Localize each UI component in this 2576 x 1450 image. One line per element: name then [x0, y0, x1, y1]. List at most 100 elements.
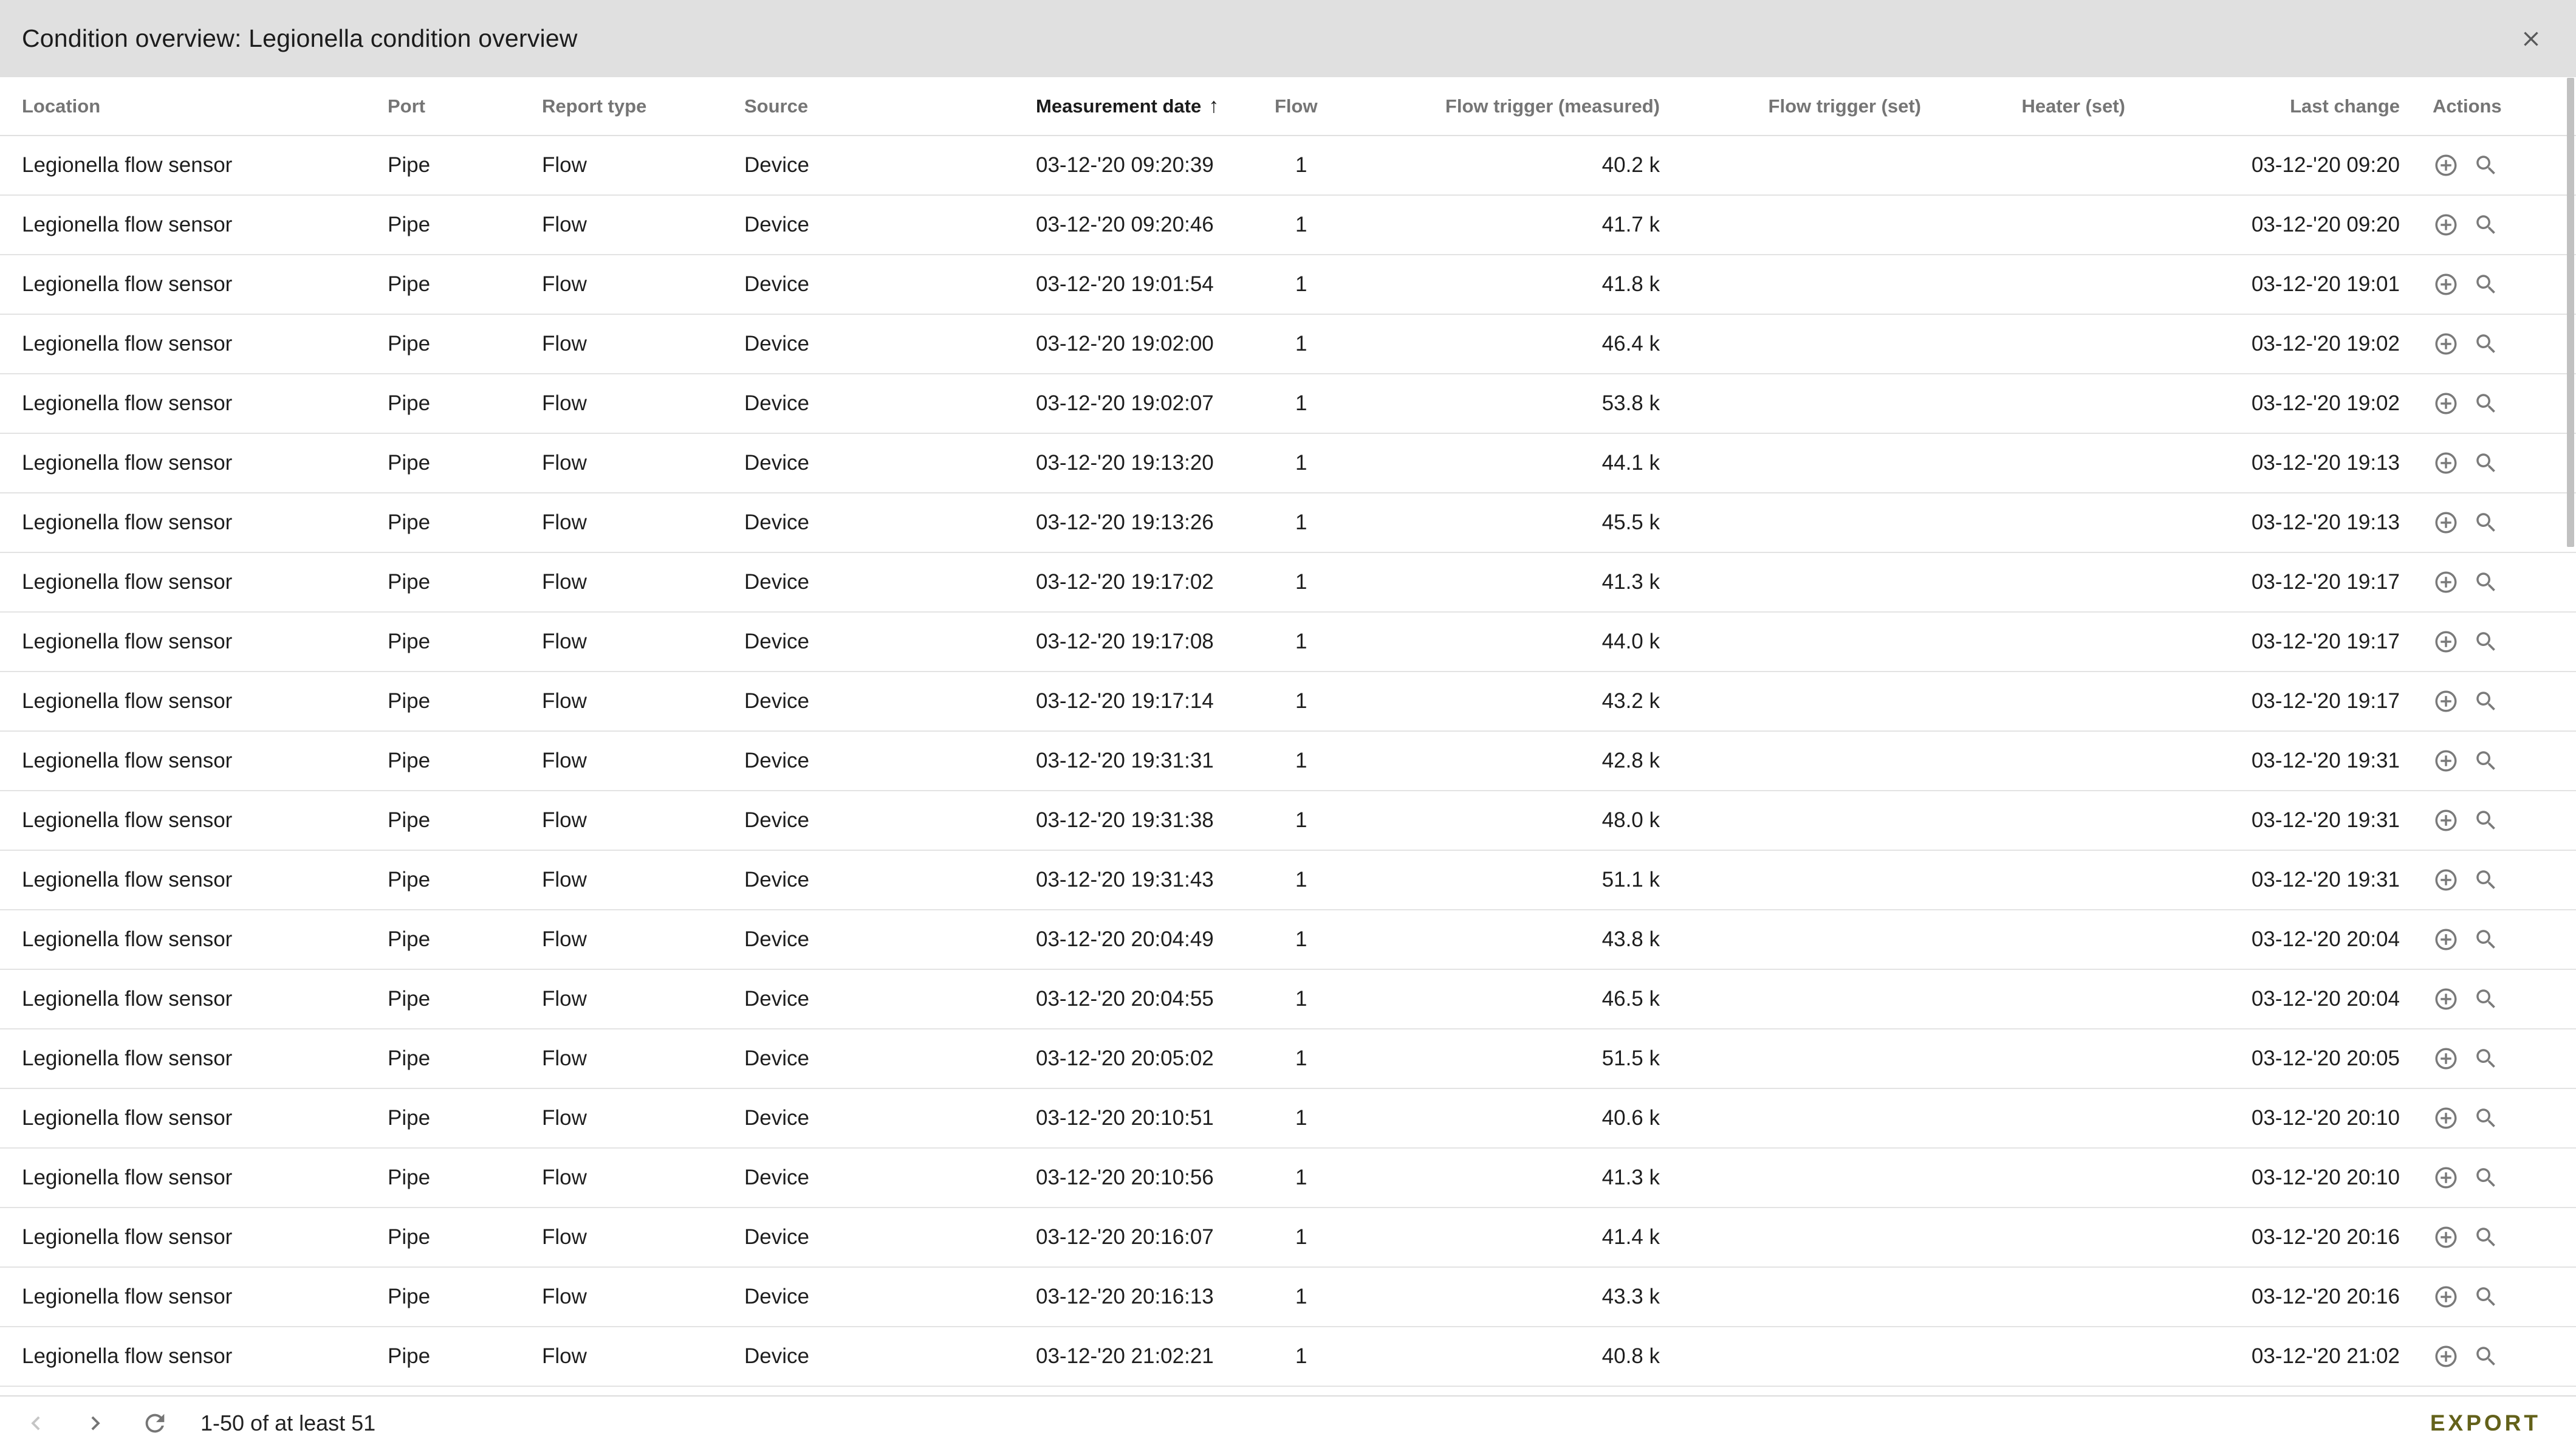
- inspect-button[interactable]: [2473, 1164, 2499, 1191]
- add-condition-button[interactable]: [2433, 807, 2459, 834]
- cell-measurement_date: 03-12-'20 21:02:21: [1036, 1344, 1214, 1368]
- inspect-button[interactable]: [2473, 569, 2499, 596]
- inspect-button[interactable]: [2473, 211, 2499, 238]
- cell-measurement_date: 03-12-'20 20:10:56: [1036, 1166, 1214, 1189]
- add-condition-button[interactable]: [2433, 1224, 2459, 1251]
- cell-last_change: 03-12-'20 09:20: [2251, 153, 2400, 177]
- inspect-button[interactable]: [2473, 1343, 2499, 1370]
- inspect-button[interactable]: [2473, 390, 2499, 417]
- add-condition-button[interactable]: [2433, 152, 2459, 179]
- column-header-location[interactable]: Location: [0, 95, 388, 117]
- cell-flow: 1: [1295, 1285, 1307, 1308]
- inspect-button[interactable]: [2473, 450, 2499, 476]
- next-page-button[interactable]: [81, 1409, 109, 1437]
- pagination-footer: 1-50 of at least 51 EXPORT: [0, 1395, 2576, 1450]
- column-header-source[interactable]: Source: [744, 95, 1036, 117]
- add-condition-button[interactable]: [2433, 331, 2459, 357]
- column-header-measurement_date[interactable]: Measurement date ↑: [1036, 94, 1273, 118]
- cell-last_change: 03-12-'20 19:02: [2251, 391, 2400, 415]
- inspect-button[interactable]: [2473, 509, 2499, 536]
- magnifier-icon: [2476, 156, 2495, 174]
- add-condition-button[interactable]: [2433, 867, 2459, 893]
- add-condition-button[interactable]: [2433, 1164, 2459, 1191]
- cell-location: Legionella flow sensor: [22, 1046, 233, 1070]
- add-condition-button[interactable]: [2433, 271, 2459, 298]
- add-condition-button[interactable]: [2433, 1045, 2459, 1072]
- table-row: Legionella flow sensor Pipe Flow Device 03-1…: [0, 255, 2576, 315]
- add-condition-button[interactable]: [2433, 1343, 2459, 1370]
- add-circle-icon: [2435, 929, 2457, 950]
- vertical-scrollbar[interactable]: [2565, 78, 2576, 1395]
- column-header-flow[interactable]: Flow: [1273, 95, 1337, 117]
- refresh-button[interactable]: [141, 1409, 169, 1437]
- cell-source: Device: [744, 451, 809, 475]
- add-condition-button[interactable]: [2433, 569, 2459, 596]
- cell-location: Legionella flow sensor: [22, 927, 233, 951]
- add-condition-button[interactable]: [2433, 450, 2459, 476]
- add-condition-button[interactable]: [2433, 1105, 2459, 1132]
- column-header-last_change[interactable]: Last change: [2125, 95, 2400, 117]
- cell-actions: [2400, 569, 2566, 596]
- column-header-flow_trigger_measured[interactable]: Flow trigger (measured): [1337, 95, 1660, 117]
- inspect-button[interactable]: [2473, 1105, 2499, 1132]
- column-header-report_type[interactable]: Report type: [542, 95, 744, 117]
- cell-report_type: Flow: [542, 1106, 587, 1130]
- add-condition-button[interactable]: [2433, 211, 2459, 238]
- inspect-button[interactable]: [2473, 867, 2499, 893]
- inspect-button[interactable]: [2473, 986, 2499, 1012]
- column-header-flow_trigger_set[interactable]: Flow trigger (set): [1660, 95, 1921, 117]
- add-circle-icon: [2435, 1226, 2457, 1248]
- cell-last_change: 03-12-'20 20:05: [2251, 1046, 2400, 1070]
- inspect-button[interactable]: [2473, 807, 2499, 834]
- cell-port: Pipe: [388, 1106, 431, 1130]
- add-condition-button[interactable]: [2433, 390, 2459, 417]
- cell-source: Device: [744, 927, 809, 951]
- inspect-button[interactable]: [2473, 926, 2499, 953]
- magnifier-icon: [2476, 1049, 2495, 1068]
- add-condition-button[interactable]: [2433, 688, 2459, 715]
- cell-source: Device: [744, 570, 809, 594]
- inspect-button[interactable]: [2473, 747, 2499, 774]
- cell-port: Pipe: [388, 868, 431, 892]
- cell-last_change: 03-12-'20 19:17: [2251, 689, 2400, 713]
- scrollbar-thumb[interactable]: [2567, 78, 2574, 547]
- cell-actions: [2400, 1283, 2566, 1310]
- cell-source: Device: [744, 1046, 809, 1070]
- table-row: Legionella flow sensor Pipe Flow Device 03-1…: [0, 851, 2576, 910]
- magnifier-icon: [2476, 989, 2495, 1008]
- add-circle-icon: [2435, 690, 2457, 712]
- previous-page-button[interactable]: [22, 1409, 50, 1437]
- inspect-button[interactable]: [2473, 628, 2499, 655]
- cell-source: Device: [744, 749, 809, 772]
- cell-location: Legionella flow sensor: [22, 868, 233, 892]
- inspect-button[interactable]: [2473, 271, 2499, 298]
- cell-port: Pipe: [388, 451, 431, 475]
- cell-port: Pipe: [388, 1225, 431, 1249]
- cell-actions: [2400, 450, 2566, 476]
- cell-flow: 1: [1295, 272, 1307, 296]
- cell-flow: 1: [1295, 570, 1307, 594]
- inspect-button[interactable]: [2473, 331, 2499, 357]
- refresh-icon: [145, 1414, 165, 1433]
- add-condition-button[interactable]: [2433, 628, 2459, 655]
- add-condition-button[interactable]: [2433, 1283, 2459, 1310]
- inspect-button[interactable]: [2473, 1224, 2499, 1251]
- column-header-port[interactable]: Port: [388, 95, 542, 117]
- close-button[interactable]: [2518, 26, 2544, 52]
- add-circle-icon: [2435, 452, 2457, 474]
- add-condition-button[interactable]: [2433, 747, 2459, 774]
- inspect-button[interactable]: [2473, 152, 2499, 179]
- cell-actions: [2400, 1164, 2566, 1191]
- export-button[interactable]: EXPORT: [2427, 1410, 2544, 1437]
- add-condition-button[interactable]: [2433, 926, 2459, 953]
- inspect-button[interactable]: [2473, 1283, 2499, 1310]
- cell-source: Device: [744, 987, 809, 1011]
- add-condition-button[interactable]: [2433, 986, 2459, 1012]
- column-header-heater_set[interactable]: Heater (set): [1921, 95, 2125, 117]
- inspect-button[interactable]: [2473, 1045, 2499, 1072]
- cell-flow_trigger_measured: 40.2 k: [1601, 153, 1660, 177]
- add-circle-icon: [2435, 1345, 2457, 1367]
- add-condition-button[interactable]: [2433, 509, 2459, 536]
- inspect-button[interactable]: [2473, 688, 2499, 715]
- cell-source: Device: [744, 510, 809, 534]
